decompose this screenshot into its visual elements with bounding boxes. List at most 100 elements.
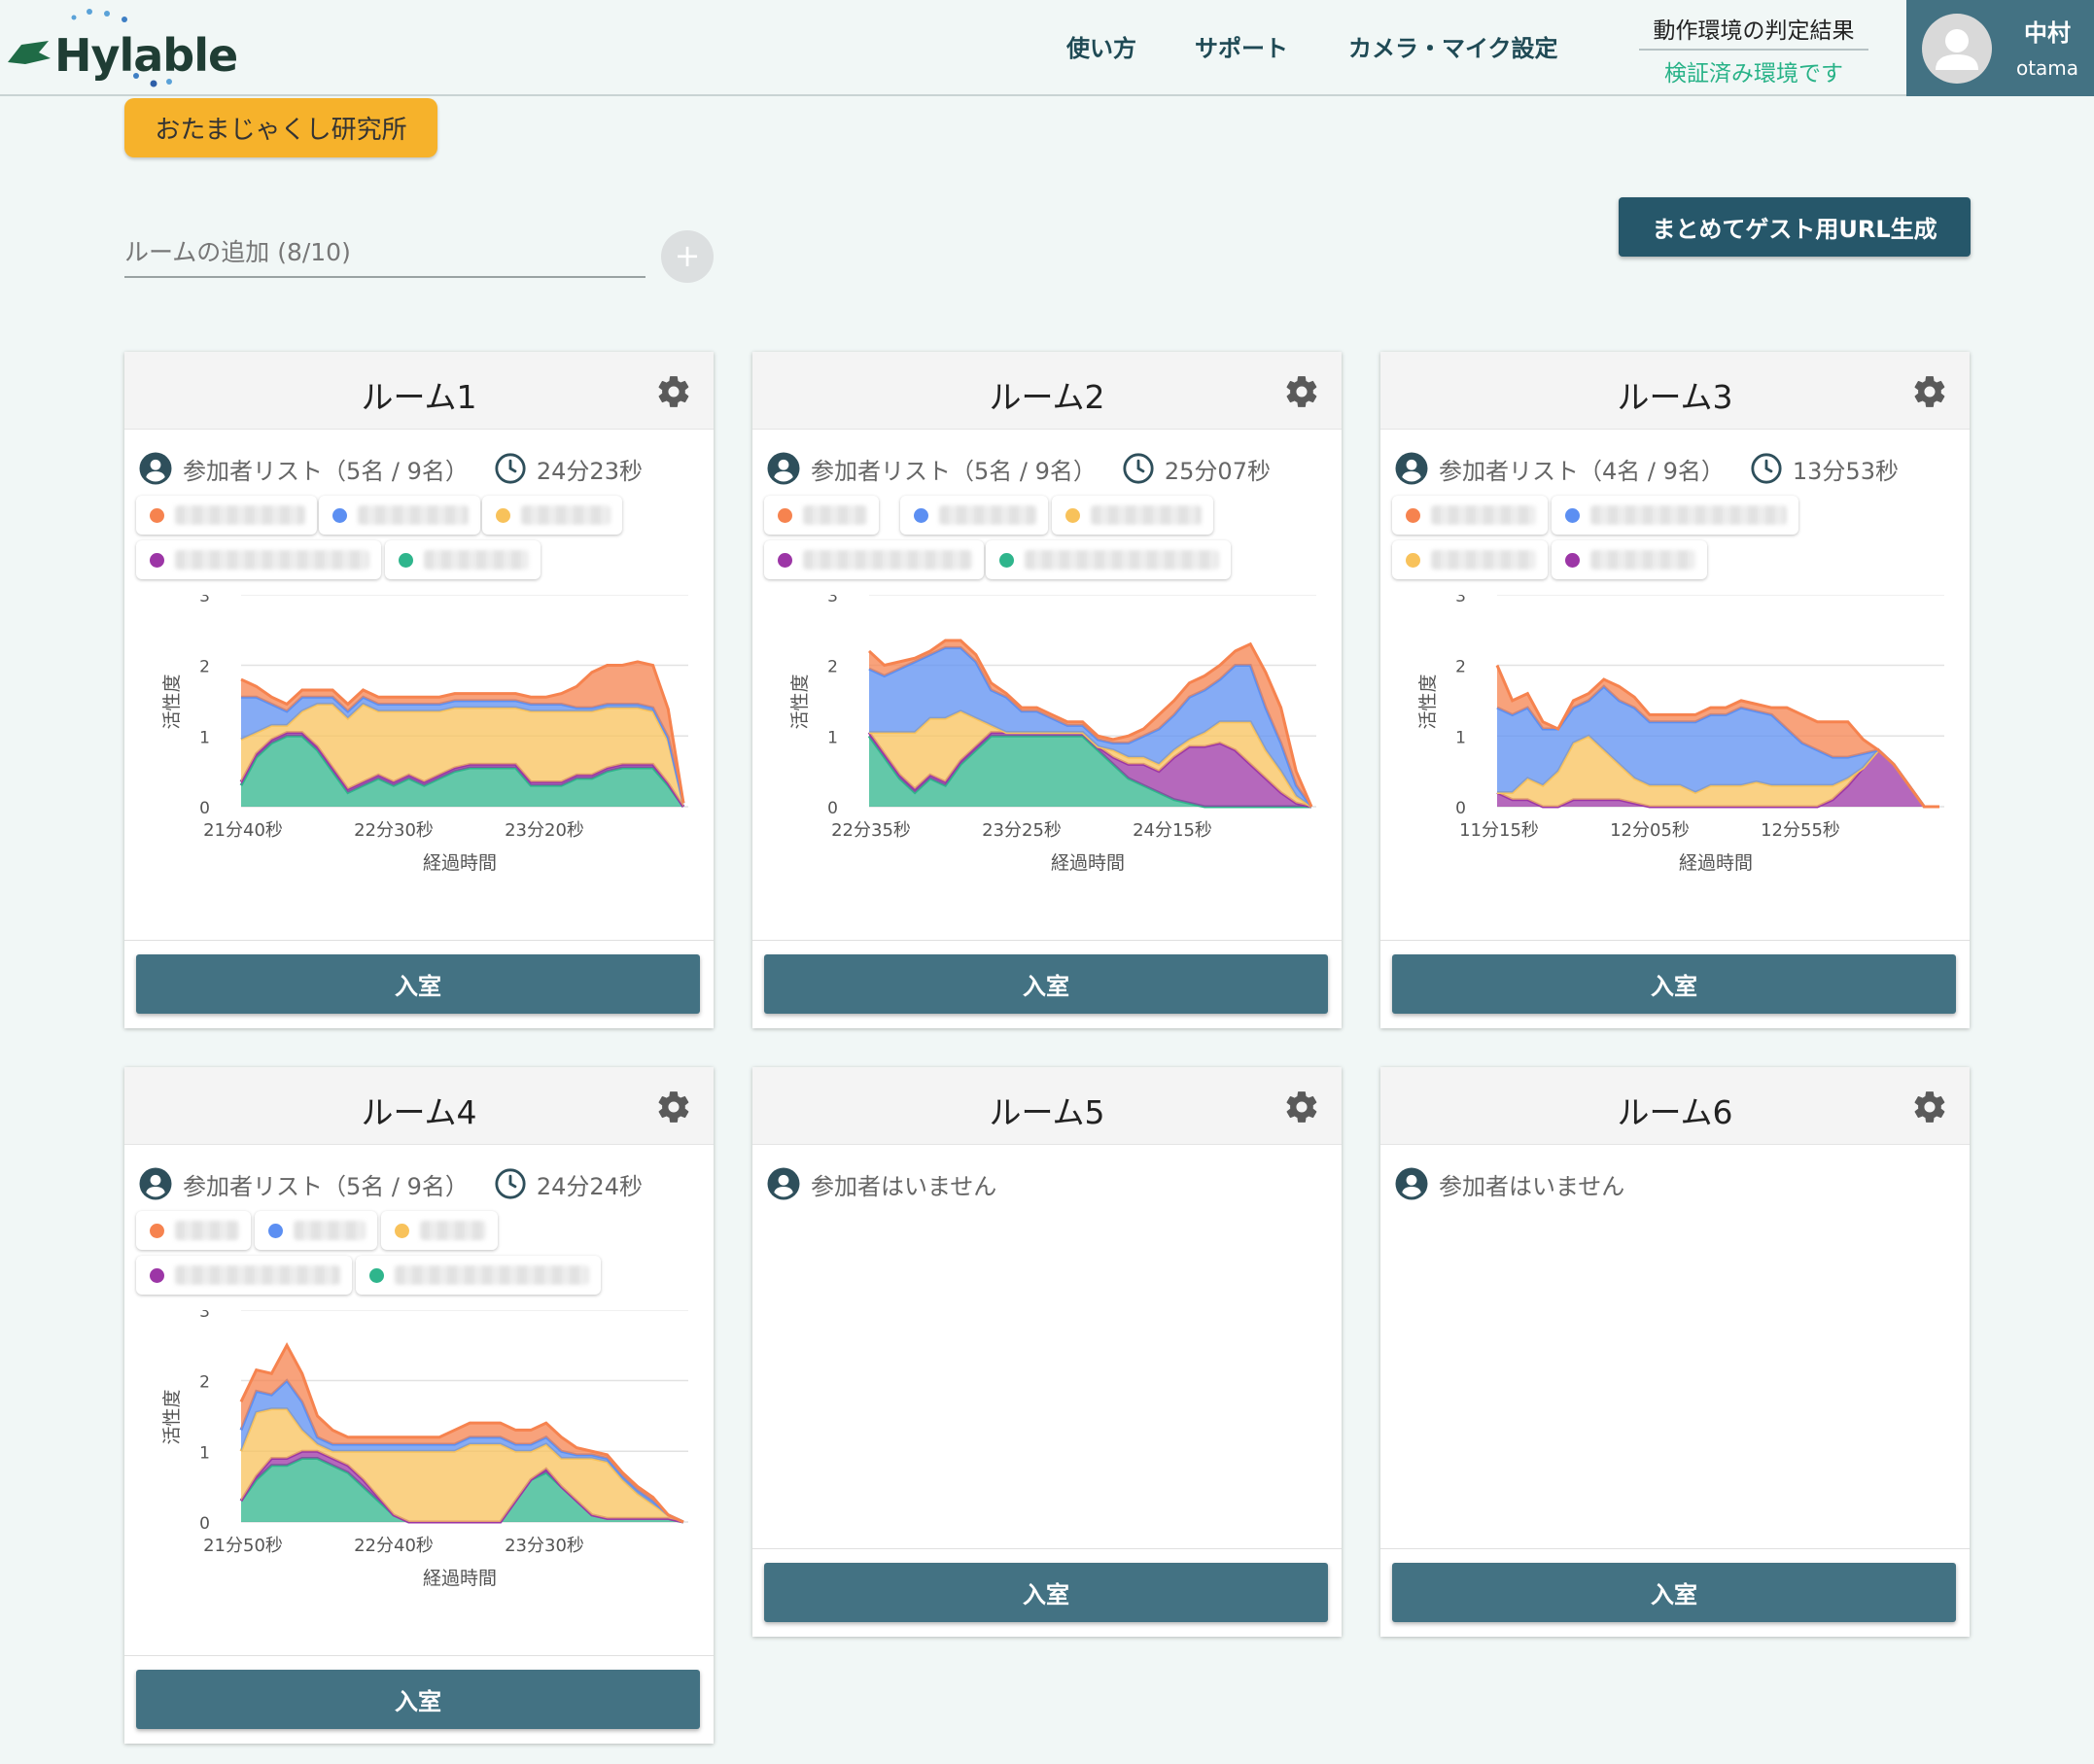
participant-chip[interactable] [764,496,879,535]
add-room-field[interactable]: ルームの追加 (8/10) [124,224,646,278]
hylable-logo[interactable]: Hylable [6,6,238,91]
activity-chart: 0 1 2 3 22分35秒 23分25秒 24分15秒経過時間 活性度 [789,595,1316,874]
card-divider [1380,1548,1970,1549]
participants-list-link[interactable]: 参加者リスト（5名 / 9名） 24分23秒 [138,449,643,488]
enter-room-button[interactable]: 入室 [764,954,1328,1014]
enter-room-button[interactable]: 入室 [1392,1563,1956,1622]
participant-chip[interactable] [1552,496,1798,535]
card-divider [752,1548,1342,1549]
gear-icon [658,1091,689,1123]
participant-chip[interactable] [482,496,622,535]
participant-color-dot [778,508,792,523]
clock-icon [495,453,526,484]
person-circle-icon [1395,452,1428,485]
y-axis-label: 活性度 [161,1389,183,1444]
participant-chip[interactable] [136,540,381,579]
participant-name-blurred [294,1221,366,1240]
environment-check-status: 検証済み環境です [1664,61,1843,86]
room-card-header: ルーム3 [1380,352,1970,430]
room-settings-button[interactable] [1911,373,1948,410]
x-tick-label: 21分40秒 [203,820,283,841]
participant-chip[interactable] [385,540,541,579]
nav-support[interactable]: サポート [1195,29,1288,63]
nav-how-to-use[interactable]: 使い方 [1066,29,1136,63]
room-card: ルーム6 参加者はいません 入室 [1380,1067,1970,1637]
participant-chip[interactable] [319,496,480,535]
room-settings-button[interactable] [1283,1089,1320,1125]
y-tick-label: 3 [1455,595,1466,606]
user-name: 中村 [2024,19,2071,47]
person-circle-icon [1395,1167,1428,1200]
activity-chart: 0 1 2 3 21分40秒 22分30秒 23分20秒経過時間 活性度 [161,595,688,874]
participant-color-dot [395,1224,409,1238]
participant-chip[interactable] [1552,540,1707,579]
participant-color-dot [399,553,413,568]
enter-room-button[interactable]: 入室 [136,1670,700,1729]
participant-color-dot [150,553,164,568]
participant-chip[interactable] [986,540,1231,579]
participant-chip[interactable] [356,1256,601,1295]
x-tick-label: 22分30秒 [354,820,434,841]
participant-chip[interactable] [136,496,317,535]
participant-chip[interactable] [136,1256,352,1295]
organization-button[interactable]: おたまじゃくし研究所 [124,98,437,157]
gear-icon [1286,1091,1317,1123]
participant-color-dot [332,508,347,523]
user-menu[interactable]: 中村 otama [1906,0,2094,96]
participants-list-link[interactable]: 参加者はいません [1394,1164,1624,1203]
nav-camera-mic-settings[interactable]: カメラ・マイク設定 [1348,29,1558,63]
elapsed-time: 13分53秒 [1792,457,1899,485]
clock-icon [495,1168,526,1199]
card-divider [124,1655,714,1656]
y-tick-label: 1 [199,1443,210,1463]
y-tick-label: 2 [199,1373,210,1393]
x-tick-label: 22分40秒 [354,1536,434,1556]
participant-name-blurred [1091,505,1202,525]
participant-chip[interactable] [1052,496,1213,535]
room-card-header: ルーム1 [124,352,714,430]
enter-room-button[interactable]: 入室 [136,954,700,1014]
x-axis-label: 経過時間 [423,1568,497,1589]
generate-guest-urls-button[interactable]: まとめてゲスト用URL生成 [1619,197,1971,257]
participants-label: 参加者はいません [811,1172,997,1200]
participant-chip[interactable] [1392,496,1548,535]
enter-room-button[interactable]: 入室 [1392,954,1956,1014]
room-settings-button[interactable] [1283,373,1320,410]
participant-name-blurred [1025,550,1219,570]
participant-name-blurred [358,505,469,525]
room-title: ルーム2 [989,378,1105,416]
x-tick-label: 22分35秒 [831,820,911,841]
participants-list-link[interactable]: 参加者はいません [766,1164,996,1203]
participant-chip[interactable] [381,1211,498,1250]
participant-color-dot [496,508,510,523]
y-tick-label: 0 [1455,799,1466,818]
participant-name-blurred [175,550,369,570]
participant-chip[interactable] [255,1211,377,1250]
participant-chip[interactable] [764,540,984,579]
participant-chip[interactable] [136,1211,251,1250]
participant-color-dot [1065,508,1080,523]
participant-chip[interactable] [1392,540,1548,579]
participant-color-dot [1406,553,1420,568]
room-settings-button[interactable] [655,373,692,410]
x-axis-label: 経過時間 [1679,852,1753,874]
participant-name-blurred [521,505,611,525]
room-title: ルーム5 [989,1093,1105,1131]
y-tick-label: 0 [827,799,838,818]
room-settings-button[interactable] [1911,1089,1948,1125]
room-settings-button[interactable] [655,1089,692,1125]
enter-room-button[interactable]: 入室 [764,1563,1328,1622]
add-room-button[interactable]: + [661,230,714,283]
x-axis-label: 経過時間 [423,852,497,874]
participant-chip[interactable] [900,496,1048,535]
participant-color-dot [1565,553,1580,568]
person-circle-icon [767,1167,800,1200]
participants-list-link[interactable]: 参加者リスト（5名 / 9名） 25分07秒 [766,449,1271,488]
gear-icon [658,376,689,407]
participant-color-dot [1406,508,1420,523]
participants-list-link[interactable]: 参加者リスト（4名 / 9名） 13分53秒 [1394,449,1899,488]
participant-name-blurred [803,550,972,570]
participant-color-dot [150,508,164,523]
environment-check[interactable]: 動作環境の判定結果 検証済み環境です [1639,12,1868,87]
participants-list-link[interactable]: 参加者リスト（5名 / 9名） 24分24秒 [138,1164,643,1203]
